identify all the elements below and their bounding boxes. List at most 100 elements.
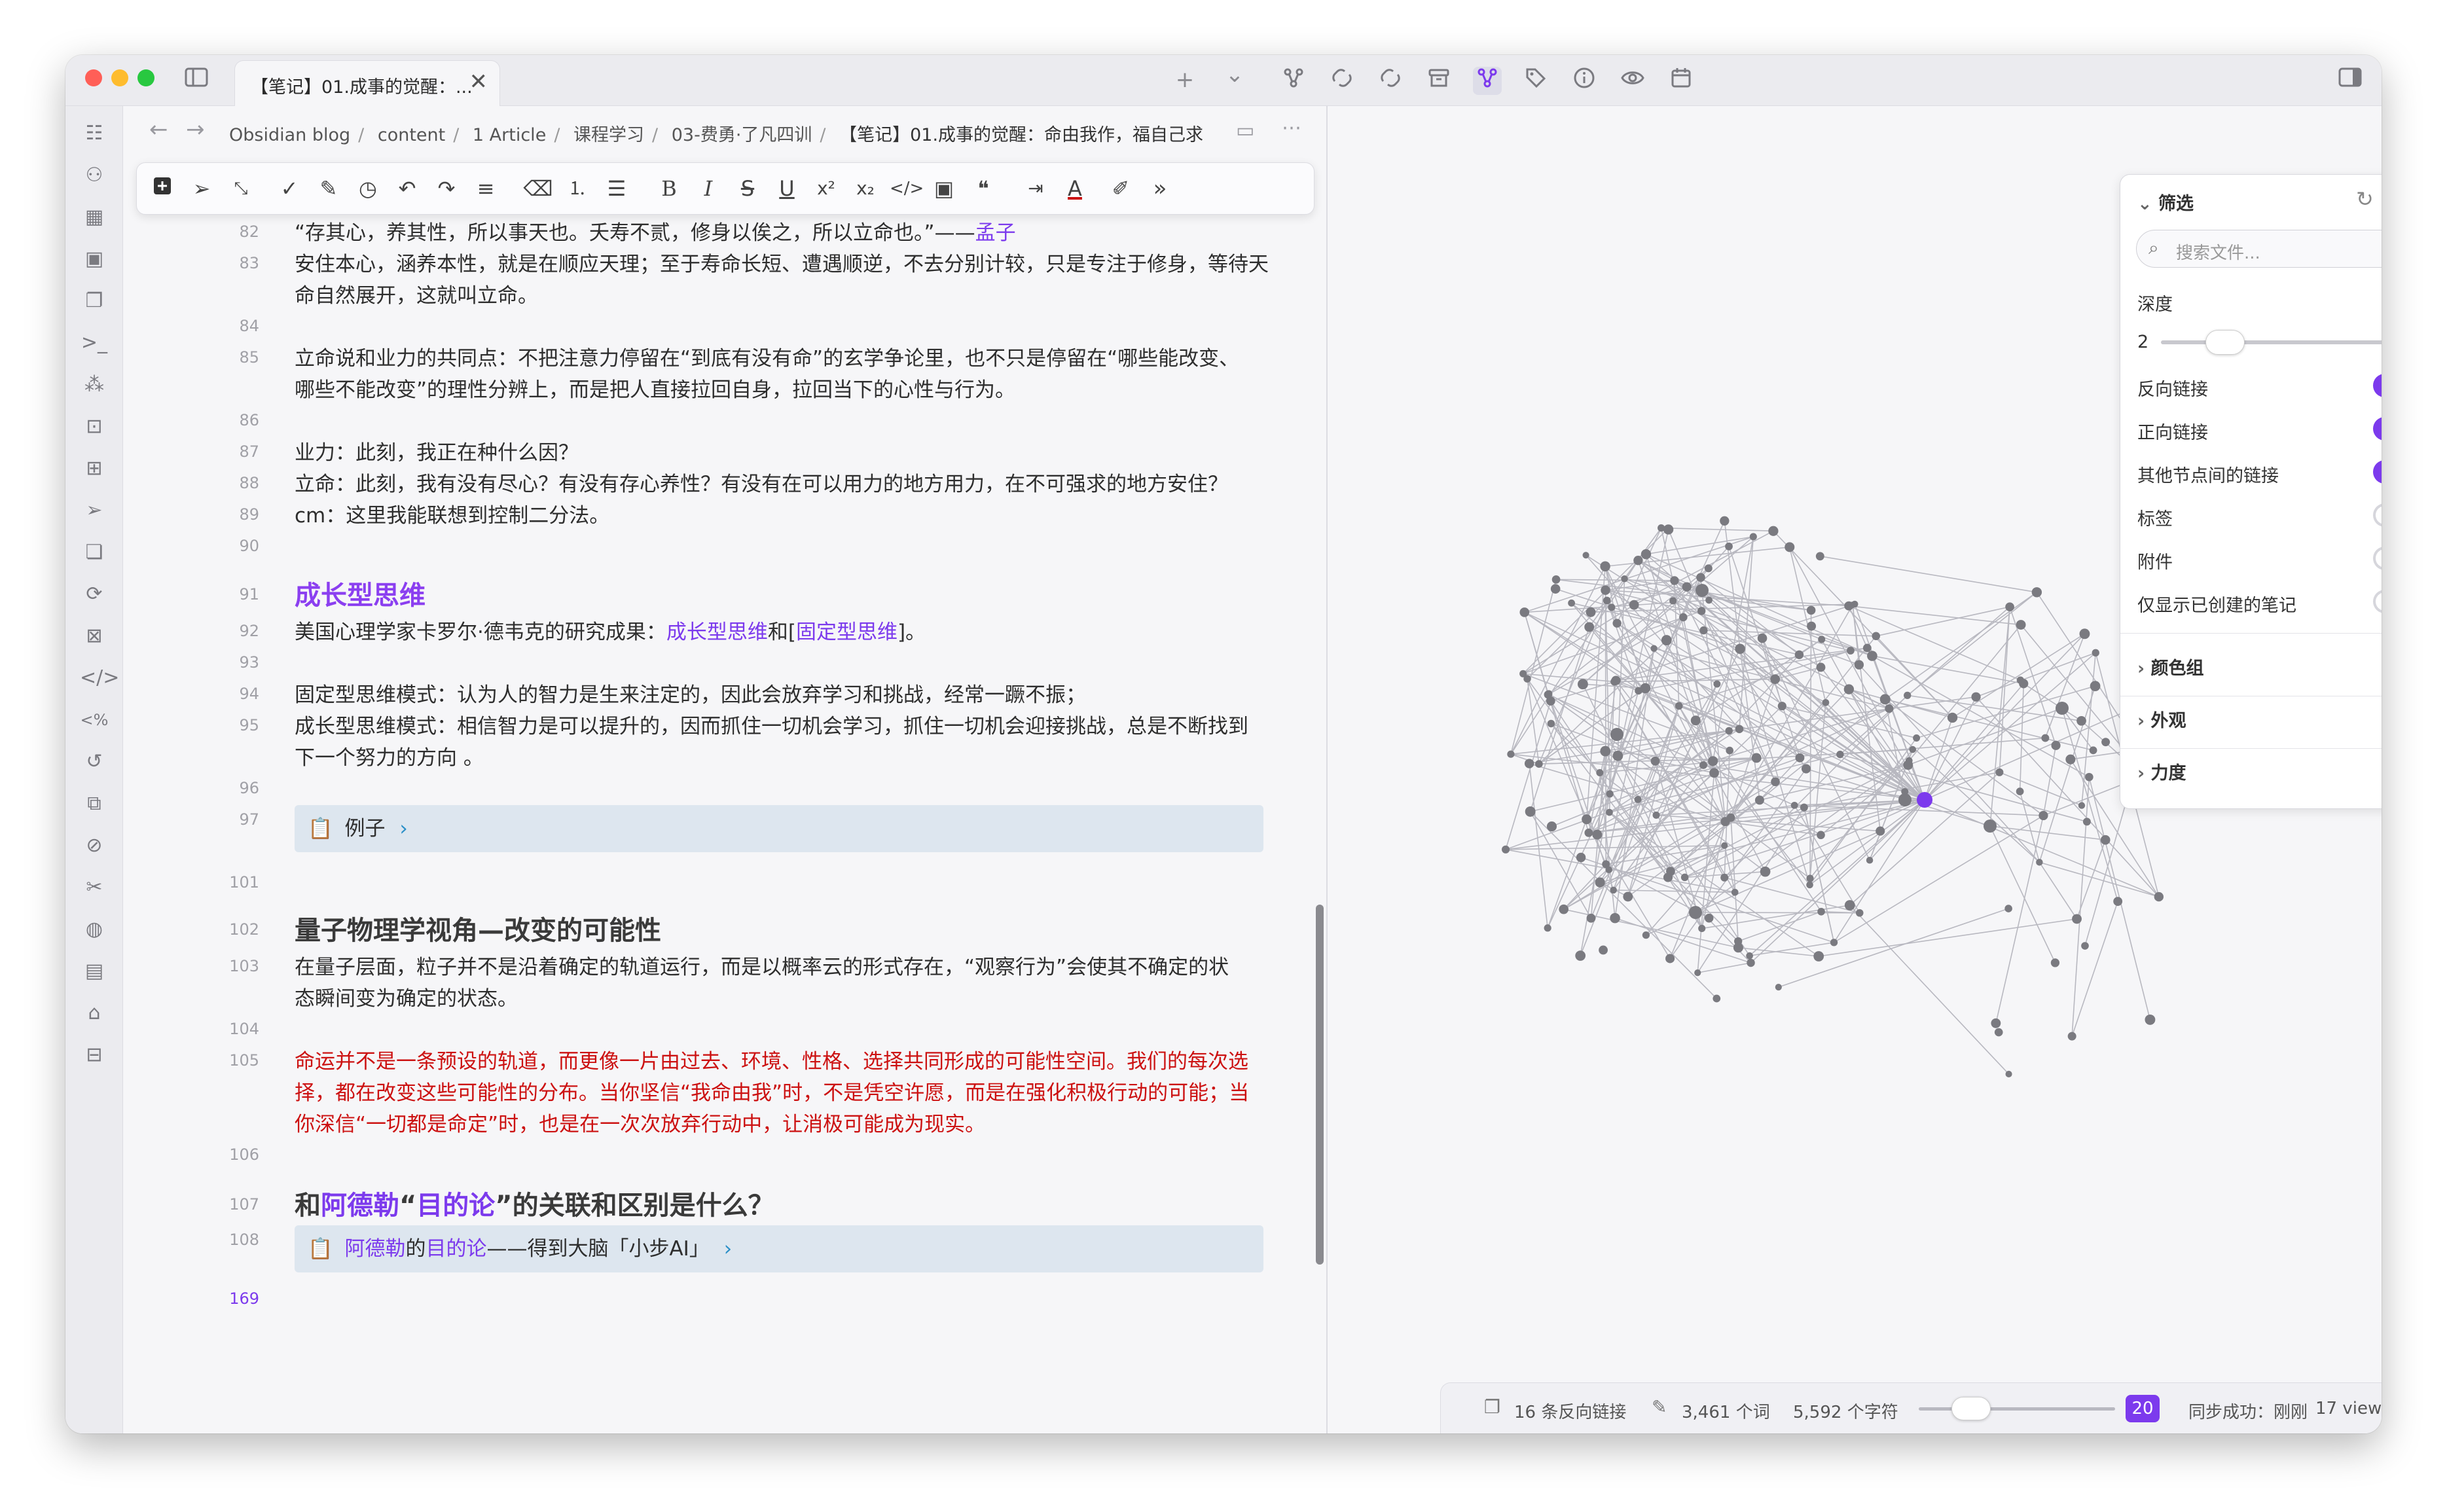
graph-node[interactable]: [1806, 605, 1816, 615]
graph-node[interactable]: [1855, 909, 1864, 917]
graph-node[interactable]: [1633, 556, 1643, 566]
graph-node[interactable]: [1640, 549, 1652, 560]
graph-node[interactable]: [1909, 746, 1917, 753]
graph-node[interactable]: [1611, 675, 1621, 685]
collapse-icon[interactable]: ⤡: [226, 173, 256, 204]
graph-node[interactable]: [1836, 750, 1844, 759]
graph-node[interactable]: [1822, 698, 1830, 706]
graph-node[interactable]: [1704, 913, 1714, 923]
graph-node[interactable]: [1665, 954, 1675, 963]
graph-node[interactable]: [1612, 750, 1623, 761]
graph-node[interactable]: [2081, 942, 2089, 950]
graph-node[interactable]: [2078, 802, 2086, 809]
more-options-icon[interactable]: ⋯: [1282, 117, 1301, 139]
close-window-button[interactable]: [85, 69, 102, 86]
graph-node[interactable]: [1904, 691, 1912, 700]
breadcrumb-item[interactable]: 03-费勇·了凡四训: [672, 125, 812, 145]
right-sidebar-toggle-icon[interactable]: [2336, 67, 2365, 93]
graph-node[interactable]: [2089, 746, 2097, 755]
insert-block-icon[interactable]: [147, 173, 177, 204]
graph-node[interactable]: [1898, 793, 1912, 806]
graph-node[interactable]: [2050, 958, 2060, 967]
numbered-list-icon[interactable]: ⒈: [562, 173, 592, 204]
graph-node[interactable]: [1816, 662, 1826, 672]
depth-slider[interactable]: [2161, 330, 2382, 355]
graph-node[interactable]: [1696, 573, 1705, 582]
bullet-list-icon[interactable]: ☰: [602, 173, 632, 204]
graph-node[interactable]: [1995, 768, 2004, 776]
graph-node[interactable]: [2065, 754, 2076, 765]
shapes-icon[interactable]: ⁂: [80, 370, 109, 399]
graph-node[interactable]: [1885, 704, 1894, 713]
graph-node[interactable]: [2090, 681, 2101, 692]
image-icon[interactable]: ⊡: [80, 412, 109, 441]
graph-node[interactable]: [1623, 891, 1633, 902]
graph-node[interactable]: [1720, 873, 1729, 882]
chevron-right-icon[interactable]: ›: [724, 1237, 732, 1261]
graph-node[interactable]: [1872, 632, 1881, 641]
graph-node[interactable]: [2036, 859, 2043, 866]
graph-node[interactable]: [1713, 994, 1721, 1003]
graph-node[interactable]: [1680, 873, 1689, 882]
graph-node[interactable]: [1608, 603, 1616, 611]
graph-node[interactable]: [1699, 761, 1707, 769]
graph-node[interactable]: [1600, 561, 1610, 571]
graph-node[interactable]: [1502, 845, 1510, 854]
graph-node[interactable]: [1663, 873, 1673, 882]
tab-active[interactable]: 【笔记】01.成事的觉醒：... ✕: [234, 60, 500, 106]
graph-node[interactable]: [1600, 746, 1611, 757]
graph-node[interactable]: [1519, 607, 1530, 617]
graph-node[interactable]: [1568, 599, 1576, 607]
graph-node[interactable]: [1807, 621, 1817, 631]
graph-node[interactable]: [1544, 924, 1551, 932]
graph-node[interactable]: [1817, 907, 1825, 916]
graph-node[interactable]: [2079, 628, 2090, 639]
graph-node[interactable]: [1708, 756, 1718, 766]
history-icon[interactable]: ↺: [80, 747, 109, 776]
graph-node[interactable]: [1751, 753, 1762, 763]
graph-node[interactable]: [1545, 690, 1553, 698]
check-circle-icon[interactable]: ✓: [274, 173, 304, 204]
graph-node[interactable]: [1800, 803, 1808, 812]
graph-node[interactable]: [1612, 619, 1622, 628]
graph-node[interactable]: [1584, 828, 1593, 837]
highlight-color-icon[interactable]: ✐: [1106, 173, 1136, 204]
graph-node[interactable]: [1726, 746, 1734, 755]
graph-node[interactable]: [1629, 600, 1639, 610]
wiki-link[interactable]: 阿德勒: [321, 1191, 399, 1221]
graph-node[interactable]: [1507, 750, 1515, 758]
graph-node[interactable]: [1601, 585, 1610, 595]
graph-node[interactable]: [1603, 596, 1611, 605]
tab-list-dropdown-icon[interactable]: ⌄: [1220, 62, 1249, 88]
graph-node[interactable]: [2092, 649, 2099, 657]
section-appearance[interactable]: › 外观: [2137, 706, 2186, 732]
graph-node[interactable]: [1695, 584, 1709, 597]
graph-node[interactable]: [1806, 881, 1813, 889]
graph-node[interactable]: [2031, 587, 2042, 598]
filter-header[interactable]: ⌄ 筛选: [2137, 189, 2194, 215]
graph-node[interactable]: [1862, 643, 1872, 653]
reset-icon[interactable]: ↻: [2356, 187, 2374, 211]
reading-view-icon[interactable]: ▭: [1236, 119, 1254, 142]
graph-node[interactable]: [1519, 670, 1527, 677]
graph-node[interactable]: [1642, 931, 1650, 939]
calendar-icon[interactable]: [1667, 67, 1695, 95]
graph-node[interactable]: [2100, 835, 2111, 845]
subscript-icon[interactable]: x₂: [850, 173, 880, 204]
graph-node[interactable]: [1991, 1018, 2001, 1028]
layout-icon[interactable]: ⊞: [80, 454, 109, 483]
graph-node[interactable]: [2005, 1070, 2012, 1077]
graph-node[interactable]: [1664, 525, 1672, 533]
strikethrough-icon[interactable]: S: [733, 173, 763, 204]
wiki-link[interactable]: 孟子: [975, 221, 1016, 245]
send-toolbar-icon[interactable]: ➢: [187, 173, 217, 204]
graph-node[interactable]: [2076, 715, 2086, 726]
graph-node[interactable]: [1675, 702, 1683, 710]
graph-node[interactable]: [1721, 842, 1728, 849]
book-icon[interactable]: ❏: [80, 538, 109, 567]
graph-node[interactable]: [1576, 852, 1586, 863]
graph-node[interactable]: [1550, 584, 1561, 594]
graph-node-current[interactable]: [1917, 792, 1932, 808]
toggle-attachments[interactable]: [2373, 547, 2382, 570]
graph-node[interactable]: [1547, 719, 1555, 728]
